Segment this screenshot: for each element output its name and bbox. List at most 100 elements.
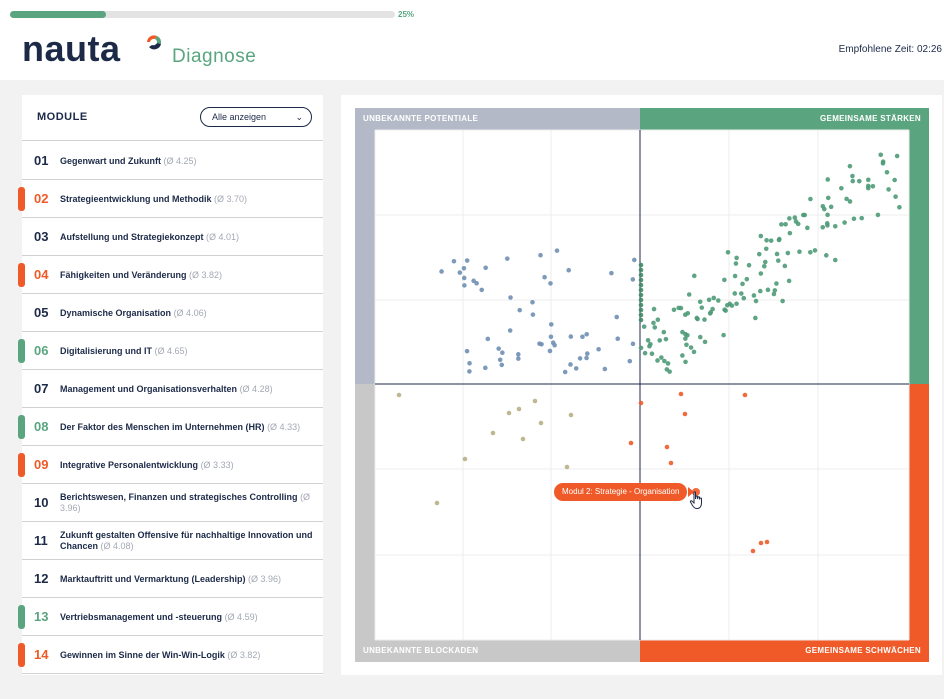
scatter-point-weakness — [750, 548, 756, 554]
scatter-point-strength — [642, 350, 648, 356]
module-label-text: Der Faktor des Menschen im Unternehmen (… — [60, 422, 300, 433]
module-average: (Ø 4.08) — [100, 541, 134, 551]
scatter-point-strength — [775, 258, 781, 263]
scatter-point-strength — [683, 359, 688, 365]
scatter-point-strength — [865, 177, 871, 183]
module-number: 03 — [34, 229, 49, 244]
scatter-point-potential — [516, 356, 521, 361]
scatter-point-strength — [751, 293, 757, 298]
scatter-point-potential — [439, 269, 444, 274]
module-label-wrap: Zukunft gestalten Offensive für nachhalt… — [60, 522, 315, 560]
module-item-08[interactable]: 08 Der Faktor des Menschen im Unternehmen… — [18, 408, 323, 446]
scatter-point-strength — [665, 361, 671, 366]
scatter-point-strength — [725, 249, 731, 255]
hand-cursor-icon — [689, 491, 702, 509]
logo-subtitle: Diagnose — [172, 46, 257, 67]
point-tooltip: Modul 2: Strategie - Organisation — [554, 483, 688, 501]
scatter-point-strength — [753, 315, 758, 321]
scatter-point-weakness — [742, 392, 748, 398]
module-item-11[interactable]: 11 Zukunft gestalten Offensive für nachha… — [22, 522, 323, 560]
scatter-point-strength — [663, 336, 669, 342]
module-item-05[interactable]: 05 Dynamische Organisation (Ø 4.06) — [22, 294, 323, 332]
module-label: Strategieentwicklung und Methodik — [60, 193, 212, 204]
scatter-point-strength — [792, 215, 798, 220]
module-item-07[interactable]: 07 Management und Organisationsverhalten … — [22, 370, 323, 408]
module-item-01[interactable]: 01 Gegenwart und Zukunft (Ø 4.25) — [22, 142, 323, 180]
scatter-point-strength — [694, 315, 700, 321]
module-label-text: Aufstellung und Strategiekonzept (Ø 4.01… — [60, 232, 239, 243]
module-item-09[interactable]: 09 Integrative Personalentwicklung (Ø 3.3… — [18, 446, 323, 484]
scatter-point-potential — [550, 340, 556, 346]
module-label-wrap: Digitalisierung und IT (Ø 4.65) — [60, 332, 315, 370]
scatter-point-strength — [825, 177, 831, 182]
scatter-point-strength — [724, 302, 730, 308]
scatter-point-strength — [667, 369, 672, 374]
scatter-point-strength — [761, 264, 767, 269]
scatter-point-strength — [638, 262, 644, 268]
scatter-point-strength — [779, 222, 784, 227]
scatter-point-strength — [659, 355, 664, 360]
module-label-text: Management und Organisationsverhalten (Ø… — [60, 384, 273, 395]
scatter-point-strength — [732, 291, 738, 296]
module-item-06[interactable]: 06 Digitalisierung und IT (Ø 4.65) — [18, 332, 323, 370]
scatter-point-strength — [638, 282, 644, 288]
scatter-point-strength — [711, 295, 717, 301]
scatter-point-potential — [461, 266, 467, 271]
module-label: Dynamische Organisation — [60, 307, 172, 318]
scatter-point-strength — [844, 196, 849, 202]
module-label: Gewinnen im Sinne der Win-Win-Logik — [60, 649, 225, 660]
module-item-03[interactable]: 03 Aufstellung und Strategiekonzept (Ø 4.… — [22, 218, 323, 256]
scatter-point-strength — [661, 329, 667, 335]
scatter-point-strength — [842, 220, 847, 225]
module-label: Aufstellung und Strategiekonzept — [60, 231, 204, 242]
scatter-point-strength — [772, 288, 778, 293]
scatter-point-strength — [739, 291, 744, 296]
module-number: 04 — [34, 267, 49, 282]
scatter-point-strength — [671, 307, 677, 313]
scatter-point-strength — [641, 324, 647, 329]
scatter-point-potential — [479, 287, 485, 293]
scatter-point-potential — [568, 362, 573, 367]
module-average: (Ø 4.59) — [224, 611, 258, 622]
side-strip-blockades — [355, 384, 375, 640]
filter-select[interactable]: Alle anzeigen ⌄ — [200, 107, 312, 127]
scatter-point-potential — [554, 248, 560, 253]
scatter-point-potential — [500, 350, 505, 356]
scatter-point-strength — [774, 251, 780, 257]
module-average: (Ø 4.25) — [163, 155, 197, 166]
scatter-point-potential — [508, 295, 513, 300]
module-label-wrap: Integrative Personalentwicklung (Ø 3.33) — [60, 446, 315, 484]
scatter-plot[interactable] — [341, 95, 942, 675]
module-item-04[interactable]: 04 Fähigkeiten und Veränderung (Ø 3.82) — [18, 256, 323, 294]
module-status-marker — [18, 263, 25, 287]
scatter-point-potential — [627, 358, 633, 364]
module-label-wrap: Strategieentwicklung und Methodik (Ø 3.7… — [60, 180, 315, 218]
scatter-point-strength — [651, 320, 656, 326]
scatter-point-strength — [886, 187, 891, 192]
module-item-13[interactable]: 13 Vertriebsmanagement und -steuerung (Ø … — [18, 598, 323, 636]
module-average: (Ø 3.82) — [227, 649, 261, 660]
scatter-point-potential — [471, 278, 476, 284]
module-item-14[interactable]: 14 Gewinnen im Sinne der Win-Win-Logik (Ø… — [18, 636, 323, 674]
module-item-02[interactable]: 02 Strategieentwicklung und Methodik (Ø 3… — [18, 180, 323, 218]
module-title: MODULE — [37, 111, 88, 123]
module-status-marker — [18, 187, 25, 211]
scatter-point-potential — [547, 348, 553, 354]
module-label-text: Gegenwart und Zukunft (Ø 4.25) — [60, 156, 197, 167]
scatter-point-potential — [530, 300, 535, 305]
module-item-10[interactable]: 10 Berichtswesen, Finanzen und strategisc… — [22, 484, 323, 522]
module-label-wrap: Berichtswesen, Finanzen und strategische… — [60, 484, 315, 522]
module-item-12[interactable]: 12 Marktauftritt und Vermarktung (Leaders… — [22, 560, 323, 598]
scatter-point-potential — [577, 356, 583, 361]
scatter-point-strength — [721, 332, 726, 338]
scatter-point-strength — [783, 221, 788, 227]
scatter-point-strength — [638, 345, 644, 351]
module-label: Zukunft gestalten Offensive für nachhalt… — [60, 530, 313, 551]
module-label-text: Berichtswesen, Finanzen und strategische… — [60, 492, 315, 514]
module-label-text: Dynamische Organisation (Ø 4.06) — [60, 308, 207, 319]
module-number: 10 — [34, 495, 49, 510]
scatter-point-blockade — [516, 406, 522, 412]
scatter-point-strength — [638, 302, 644, 308]
scatter-point-weakness — [638, 400, 644, 406]
scatter-point-strength — [655, 317, 661, 323]
